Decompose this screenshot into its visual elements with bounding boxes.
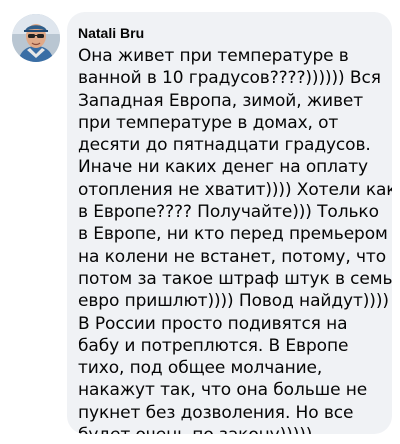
comment-text-line: Западная Европа, зимой, живет: [78, 90, 364, 111]
comment-text-line: при температуре в домах, от: [78, 112, 339, 133]
comment-text-line: тихо, под общее молчание,: [78, 358, 323, 379]
comment-text: Она живет при температуре в ванной в 10 …: [78, 45, 392, 434]
comment-text-line: десяти до пятнадцати градусов.: [78, 135, 371, 156]
comment-text-line: Она живет при температуре в: [78, 46, 349, 66]
comment-text-line: потом за такое штраф штук в семь: [78, 268, 392, 289]
comment-text-line: бабу и потреплются. В Европе: [78, 335, 349, 356]
comment-text-line: в Европе???? Получайте))) Только: [78, 202, 379, 223]
comment-text-line: Иначе ни каких денег на оплату: [78, 157, 369, 178]
comment-text-line: В России просто подивятся на: [78, 313, 348, 334]
avatar-photo-icon: [12, 14, 60, 62]
comment-bubble: Natali Bru Она живет при температуре в в…: [67, 12, 392, 434]
comment-screen: Natali Bru Она живет при температуре в в…: [0, 0, 400, 444]
comment-author[interactable]: Natali Bru: [78, 24, 380, 42]
comment-text-line: евро пришлют)))) Повод найдут)))): [78, 291, 389, 312]
comment-text-line: накажут так, что она больше не: [78, 380, 368, 401]
comment-text-line: будет очень по закону))))): [78, 424, 380, 434]
avatar[interactable]: [12, 14, 60, 62]
comment-text-line: на колени не встанет, потому, что: [78, 246, 387, 267]
comment-text-line: отопления не хватит)))) Хотели как: [78, 179, 392, 200]
comment-text-line: в Европе, ни кто перед премьером: [78, 224, 388, 245]
comment-text-line: пукнет без дозволения. Но все: [78, 402, 354, 423]
comment-text-line: ванной в 10 градусов????)))))) Вся: [78, 68, 381, 89]
